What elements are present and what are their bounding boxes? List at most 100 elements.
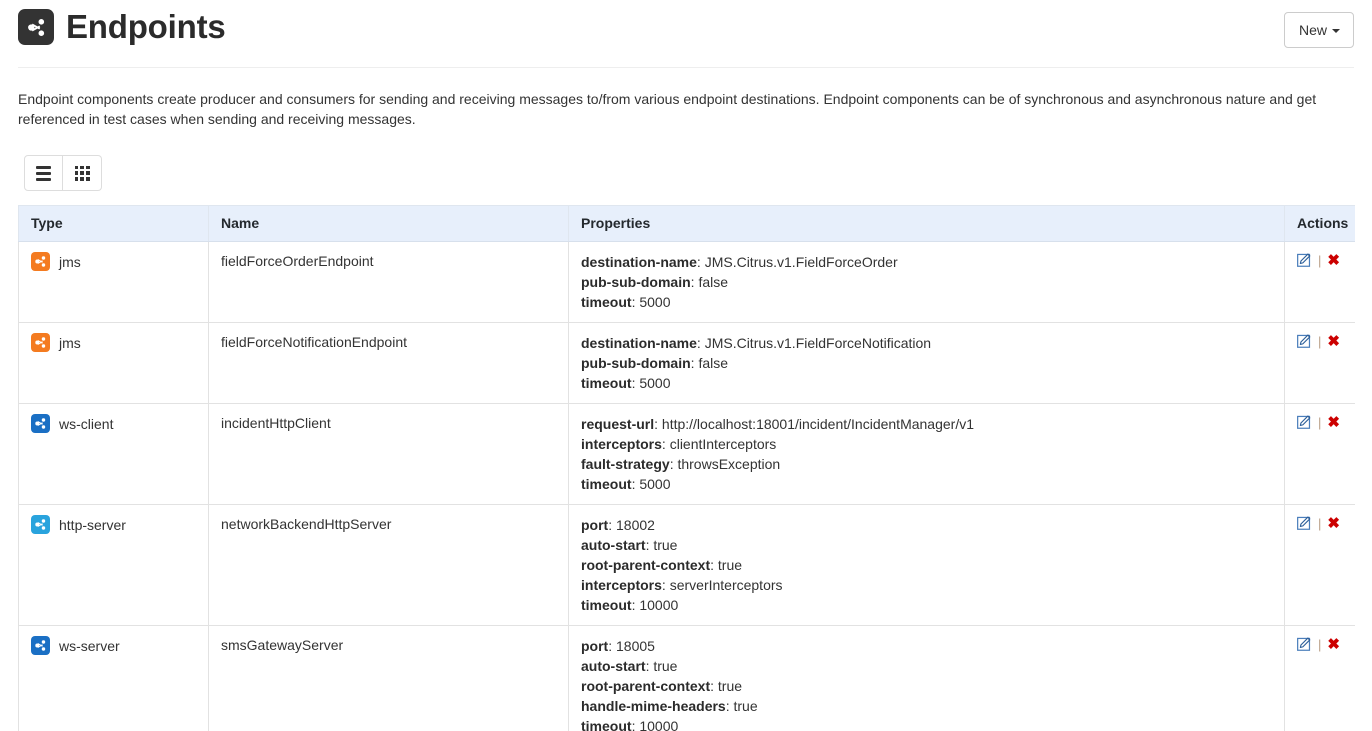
endpoint-type-label: jms bbox=[59, 334, 81, 352]
property-key: fault-strategy bbox=[581, 456, 670, 472]
cell-name: incidentHttpClient bbox=[209, 404, 569, 505]
property-key: destination-name bbox=[581, 335, 697, 351]
cell-type: http-server bbox=[19, 505, 209, 626]
column-header-name[interactable]: Name bbox=[209, 206, 569, 242]
property-value: 18005 bbox=[616, 638, 655, 654]
endpoint-name: incidentHttpClient bbox=[221, 414, 556, 432]
endpoint-type-label: jms bbox=[59, 253, 81, 271]
property-line: root-parent-context: true bbox=[581, 555, 1272, 575]
share-nodes-icon bbox=[18, 9, 54, 45]
property-line: timeout: 5000 bbox=[581, 292, 1272, 312]
edit-pencil-icon[interactable] bbox=[1297, 636, 1312, 654]
property-key: timeout bbox=[581, 476, 632, 492]
property-key: pub-sub-domain bbox=[581, 274, 691, 290]
endpoint-type-label: ws-server bbox=[59, 637, 120, 655]
property-line: root-parent-context: true bbox=[581, 676, 1272, 696]
property-value: http://localhost:18001/incident/Incident… bbox=[662, 416, 974, 432]
chevron-down-icon bbox=[1332, 29, 1340, 33]
column-header-properties[interactable]: Properties bbox=[569, 206, 1285, 242]
list-view-button[interactable] bbox=[24, 155, 63, 191]
property-key: auto-start bbox=[581, 537, 646, 553]
grid-view-button[interactable] bbox=[63, 155, 102, 191]
edit-pencil-icon[interactable] bbox=[1297, 414, 1312, 432]
table-header-row: Type Name Properties Actions bbox=[19, 206, 1355, 242]
property-value: 5000 bbox=[639, 375, 670, 391]
property-value: clientInterceptors bbox=[670, 436, 777, 452]
cell-properties: request-url: http://localhost:18001/inci… bbox=[569, 404, 1285, 505]
table-row[interactable]: jms fieldForceOrderEndpoint destination-na… bbox=[19, 242, 1355, 323]
view-toolbar bbox=[24, 155, 1372, 191]
endpoint-type-icon bbox=[31, 414, 50, 433]
cell-type: ws-server bbox=[19, 626, 209, 731]
actions-separator: | bbox=[1318, 334, 1321, 350]
endpoint-type-label: http-server bbox=[59, 516, 126, 534]
endpoint-type-icon bbox=[31, 515, 50, 534]
edit-pencil-icon[interactable] bbox=[1297, 252, 1312, 270]
property-line: fault-strategy: throwsException bbox=[581, 454, 1272, 474]
endpoints-page: Endpoints New Endpoint components create… bbox=[0, 0, 1372, 731]
edit-pencil-icon[interactable] bbox=[1297, 333, 1312, 351]
delete-cross-icon[interactable]: ✖ bbox=[1327, 637, 1340, 653]
property-key: auto-start bbox=[581, 658, 646, 674]
table-row[interactable]: ws-serversmsGatewayServerport: 18005auto… bbox=[19, 626, 1355, 731]
property-line: pub-sub-domain: false bbox=[581, 272, 1272, 292]
property-key: timeout bbox=[581, 294, 632, 310]
cell-type: ws-client bbox=[19, 404, 209, 505]
property-value: 18002 bbox=[616, 517, 655, 533]
table-row[interactable]: ws-client incidentHttpClient request-url: … bbox=[19, 404, 1355, 505]
property-value: true bbox=[653, 537, 677, 553]
cell-actions: |✖ bbox=[1285, 242, 1355, 323]
property-line: timeout: 10000 bbox=[581, 595, 1272, 615]
property-line: timeout: 5000 bbox=[581, 373, 1272, 393]
property-value: true bbox=[653, 658, 677, 674]
cell-actions: |✖ bbox=[1285, 505, 1355, 626]
endpoint-type-label: ws-client bbox=[59, 415, 113, 433]
property-key: pub-sub-domain bbox=[581, 355, 691, 371]
column-header-type[interactable]: Type bbox=[19, 206, 209, 242]
actions-separator: | bbox=[1318, 253, 1321, 269]
property-line: interceptors: serverInterceptors bbox=[581, 575, 1272, 595]
cell-name: fieldForceOrderEndpoint bbox=[209, 242, 569, 323]
new-button[interactable]: New bbox=[1284, 12, 1354, 48]
property-line: port: 18005 bbox=[581, 636, 1272, 656]
cell-properties: port: 18005auto-start: trueroot-parent-c… bbox=[569, 626, 1285, 731]
property-line: auto-start: true bbox=[581, 656, 1272, 676]
property-value: serverInterceptors bbox=[670, 577, 783, 593]
endpoint-type-icon bbox=[31, 636, 50, 655]
endpoints-table: Type Name Properties Actions jmsfieldFor… bbox=[18, 205, 1355, 731]
property-key: root-parent-context bbox=[581, 557, 710, 573]
property-key: timeout bbox=[581, 375, 632, 391]
actions-separator: | bbox=[1318, 516, 1321, 532]
cell-name: networkBackendHttpServer bbox=[209, 505, 569, 626]
endpoint-name: networkBackendHttpServer bbox=[221, 515, 556, 533]
view-toggle-group bbox=[24, 155, 102, 191]
property-value: 10000 bbox=[639, 597, 678, 613]
property-key: timeout bbox=[581, 597, 632, 613]
property-key: port bbox=[581, 517, 608, 533]
property-value: true bbox=[734, 698, 758, 714]
edit-pencil-icon[interactable] bbox=[1297, 515, 1312, 533]
actions-separator: | bbox=[1318, 415, 1321, 431]
table-row[interactable]: http-servernetworkBackendHttpServerport:… bbox=[19, 505, 1355, 626]
property-line: request-url: http://localhost:18001/inci… bbox=[581, 414, 1272, 434]
delete-cross-icon[interactable]: ✖ bbox=[1327, 516, 1340, 532]
title-wrap: Endpoints bbox=[18, 8, 1354, 46]
property-line: destination-name: JMS.Citrus.v1.FieldFor… bbox=[581, 252, 1272, 272]
property-line: timeout: 10000 bbox=[581, 716, 1272, 731]
property-value: 5000 bbox=[639, 294, 670, 310]
delete-cross-icon[interactable]: ✖ bbox=[1327, 334, 1340, 350]
page-title: Endpoints bbox=[66, 8, 226, 46]
header-divider bbox=[18, 67, 1354, 68]
property-line: destination-name: JMS.Citrus.v1.FieldFor… bbox=[581, 333, 1272, 353]
delete-cross-icon[interactable]: ✖ bbox=[1327, 415, 1340, 431]
table-row[interactable]: jmsfieldForceNotificationEndpointdestina… bbox=[19, 323, 1355, 404]
list-view-icon bbox=[36, 166, 51, 181]
property-value: throwsException bbox=[677, 456, 780, 472]
endpoint-type-icon bbox=[31, 252, 50, 271]
delete-cross-icon[interactable]: ✖ bbox=[1327, 253, 1340, 269]
property-key: timeout bbox=[581, 718, 632, 731]
property-value: 5000 bbox=[639, 476, 670, 492]
property-value: true bbox=[718, 678, 742, 694]
endpoints-table-body: jms fieldForceOrderEndpoint destination-na… bbox=[19, 242, 1355, 731]
endpoint-name: fieldForceOrderEndpoint bbox=[221, 252, 556, 270]
